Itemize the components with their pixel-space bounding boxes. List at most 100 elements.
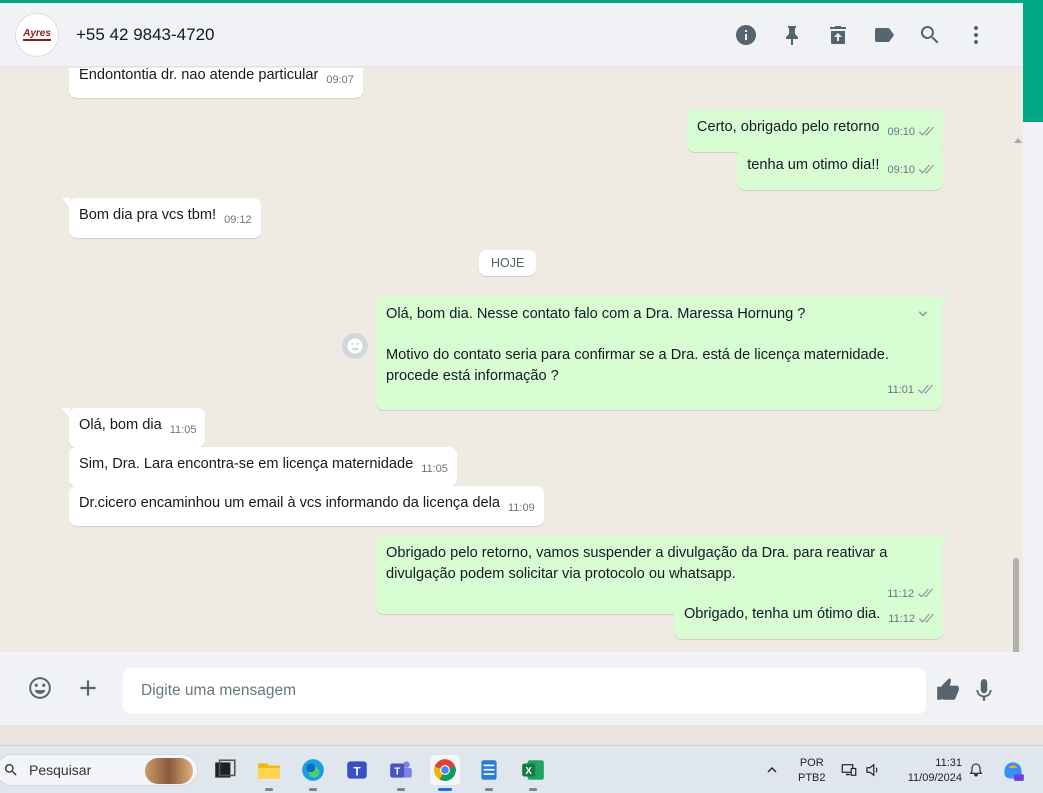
message-time: 11:05 <box>421 463 448 475</box>
taskbar-excel[interactable]: X <box>518 755 548 791</box>
teams-icon: T <box>390 761 412 778</box>
pin-button[interactable] <box>769 15 815 55</box>
search-icon <box>4 764 17 776</box>
taskbar-notepad[interactable] <box>474 755 504 791</box>
clock-date: 11/09/2024 <box>907 772 962 784</box>
message-text: tenha um otimo dia!! <box>747 157 880 173</box>
menu-button[interactable] <box>953 15 999 55</box>
avatar[interactable]: Ayres <box>15 12 59 57</box>
message-incoming[interactable]: Dr.cicero encaminhou um email à vcs info… <box>69 486 544 526</box>
message-time: 11:01 <box>887 380 933 403</box>
label-button[interactable] <box>861 15 907 55</box>
svg-text:T: T <box>394 766 400 777</box>
search-icon <box>920 26 939 44</box>
windows-taskbar: Pesquisar T T X POR PTB2 11:31 11/09/202… <box>0 745 1043 793</box>
archive-button[interactable] <box>815 15 861 55</box>
scrollbar-thumb[interactable] <box>1013 558 1019 652</box>
menu-icon <box>974 26 978 44</box>
message-incoming[interactable]: Bom dia pra vcs tbm! 09:12 <box>62 198 261 238</box>
message-text: Endontontia dr. nao atende particular <box>79 68 319 83</box>
message-time: 11:09 <box>508 502 535 514</box>
message-list[interactable]: Endontontia dr. nao atende particular 09:… <box>0 68 1023 652</box>
time-text: 09:10 <box>887 164 915 176</box>
read-ticks-icon <box>917 382 933 403</box>
search-label: Pesquisar <box>29 762 92 778</box>
taskbar-chrome[interactable] <box>430 755 460 791</box>
read-ticks-icon <box>918 124 934 145</box>
message-time: 09:07 <box>326 74 354 86</box>
message-time: 09:12 <box>224 214 252 226</box>
message-input[interactable] <box>123 668 926 714</box>
running-indicator <box>485 788 493 791</box>
notepad-icon <box>481 760 497 780</box>
message-menu-button[interactable] <box>914 305 932 330</box>
taskbar-teams-personal[interactable]: T <box>342 755 372 785</box>
folder-icon <box>258 763 280 779</box>
archive-icon <box>830 26 846 44</box>
time-text: 11:12 <box>888 613 915 625</box>
language-code: POR <box>799 757 824 769</box>
search-button[interactable] <box>907 15 953 55</box>
chevron-down-icon <box>918 311 928 317</box>
thumbs-up-icon <box>937 678 959 700</box>
running-indicator <box>529 788 537 791</box>
voice-message-button[interactable] <box>963 669 1005 711</box>
header-actions <box>723 3 999 67</box>
svg-text:X: X <box>525 766 532 777</box>
edge-icon <box>302 759 324 781</box>
active-indicator <box>438 788 452 791</box>
composer-bar <box>0 652 1023 725</box>
time-text: 11:01 <box>887 384 914 396</box>
copilot-icon <box>1004 762 1024 781</box>
message-incoming[interactable]: Sim, Dra. Lara encontra-se em licença ma… <box>69 447 457 487</box>
taskbar-edge[interactable] <box>298 755 328 791</box>
taskbar-copilot[interactable] <box>998 755 1028 785</box>
running-indicator <box>397 788 405 791</box>
running-indicator <box>309 788 317 791</box>
microphone-icon <box>976 679 992 701</box>
chevron-up-icon <box>767 767 777 773</box>
running-indicator <box>265 788 273 791</box>
volume-control[interactable] <box>862 755 884 785</box>
whatsapp-window: Ayres +55 42 9843-4720 Endontontia dr. n… <box>0 0 1043 745</box>
contact-name[interactable]: +55 42 9843-4720 <box>76 25 215 45</box>
tray-overflow-button[interactable] <box>760 755 784 785</box>
info-button[interactable] <box>723 15 769 55</box>
task-view-icon <box>215 759 236 778</box>
reaction-button[interactable] <box>342 333 368 359</box>
message-text: Bom dia pra vcs tbm! <box>79 207 217 223</box>
date-divider: HOJE <box>479 250 537 276</box>
language-indicator[interactable]: POR PTB2 <box>798 756 826 786</box>
speaker-icon <box>866 763 878 777</box>
taskbar-teams[interactable]: T <box>386 755 416 791</box>
side-panel-background <box>1023 122 1043 745</box>
read-ticks-icon <box>918 611 934 632</box>
taskbar-task-view[interactable] <box>210 755 240 785</box>
scroll-up-arrow[interactable] <box>1014 138 1022 143</box>
clock-time: 11:31 <box>935 757 962 769</box>
message-time: 11:05 <box>169 424 197 436</box>
message-outgoing[interactable]: Olá, bom dia. Nesse contato falo com a D… <box>376 297 949 410</box>
time-text: 09:10 <box>887 126 915 138</box>
message-incoming[interactable]: Endontontia dr. nao atende particular 09:… <box>69 68 363 98</box>
message-text: Dr.cicero encaminhou um email à vcs info… <box>79 495 500 511</box>
chrome-icon <box>434 759 456 781</box>
label-icon <box>875 28 894 42</box>
emoji-button[interactable] <box>19 667 61 709</box>
network-status[interactable] <box>838 755 860 785</box>
notifications-button[interactable] <box>964 755 988 785</box>
pin-icon <box>786 26 798 45</box>
message-outgoing[interactable]: Certo, obrigado pelo retorno 09:10 <box>686 110 951 152</box>
attach-button[interactable] <box>67 667 109 709</box>
accent-side-bar <box>1023 0 1043 122</box>
message-text: Olá, bom dia <box>79 417 162 433</box>
info-icon <box>736 25 756 45</box>
message-outgoing[interactable]: tenha um otimo dia!! 09:10 <box>737 148 943 190</box>
message-incoming[interactable]: Olá, bom dia 11:05 <box>61 408 206 448</box>
message-outgoing[interactable]: Obrigado, tenha um ótimo dia. 11:12 <box>673 597 943 639</box>
taskbar-search[interactable]: Pesquisar <box>0 754 198 786</box>
taskbar-file-explorer[interactable] <box>254 755 284 791</box>
search-highlight-image <box>145 758 193 784</box>
emoji-reaction-icon <box>347 338 363 354</box>
system-clock[interactable]: 11:31 11/09/2024 <box>898 756 962 786</box>
